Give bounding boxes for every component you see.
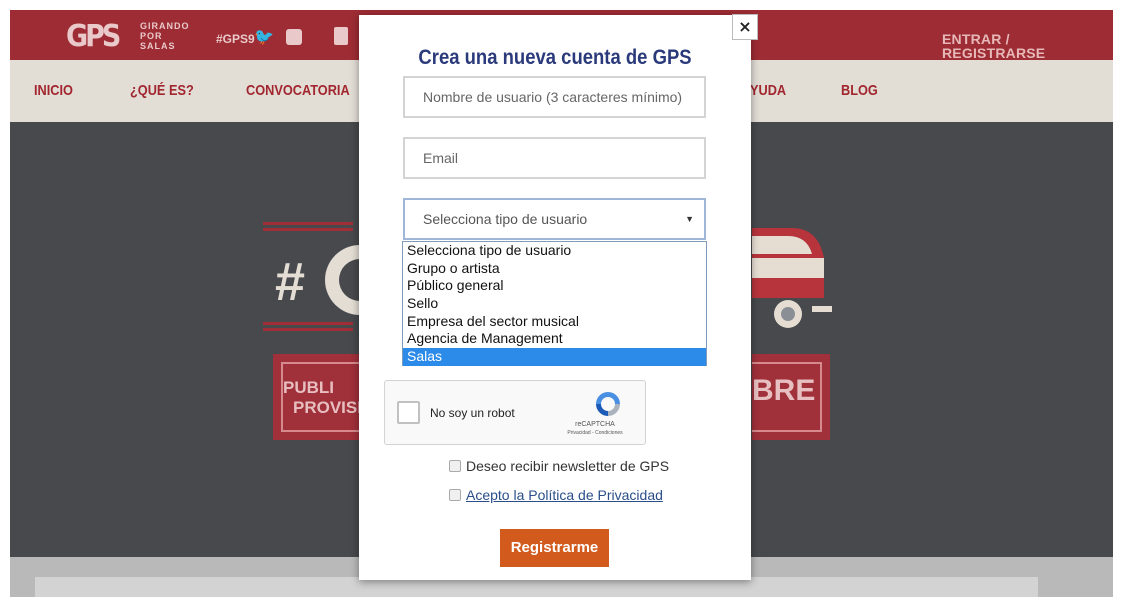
hero-divider — [263, 228, 353, 231]
hero-right-text: BRE — [752, 374, 816, 407]
dropdown-option[interactable]: Sello — [403, 295, 706, 313]
user-type-dropdown[interactable]: Selecciona tipo de usuario Grupo o artis… — [402, 241, 707, 366]
nav-item-convocatoria[interactable]: CONVOCATORIA — [246, 83, 350, 98]
login-register-link[interactable]: ENTRAR / REGISTRARSE — [942, 32, 1113, 60]
hero-hash: # — [275, 252, 306, 312]
modal-title: Crea una nueva cuenta de GPS — [418, 46, 692, 69]
recaptcha-logo-icon — [596, 392, 620, 416]
close-icon[interactable]: × — [732, 14, 758, 40]
privacy-option[interactable]: Acepto la Política de Privacidad — [449, 488, 663, 502]
recaptcha-widget: No soy un robot reCAPTCHA Privacidad - C… — [384, 380, 646, 445]
privacy-checkbox[interactable] — [449, 489, 461, 501]
register-button[interactable]: Registrarme — [500, 529, 609, 567]
nav-item-que-es[interactable]: ¿QUÉ ES? — [130, 83, 194, 98]
dropdown-option[interactable]: Empresa del sector musical — [403, 313, 706, 331]
dropdown-option[interactable]: Público general — [403, 277, 706, 295]
nav-item-blog[interactable]: BLOG — [841, 83, 878, 98]
hero-left-box: PUBLI PROVISI — [273, 354, 362, 440]
twitter-icon[interactable]: 🐦 — [254, 29, 274, 45]
dropdown-option[interactable]: Grupo o artista — [403, 260, 706, 278]
hero-divider — [263, 322, 353, 325]
recaptcha-label: No soy un robot — [430, 406, 515, 420]
dropdown-option[interactable]: Agencia de Management — [403, 330, 706, 348]
nav-item-ayuda[interactable]: YUDA — [750, 83, 786, 98]
van-illustration-icon — [752, 228, 832, 328]
youtube-icon[interactable] — [334, 27, 348, 45]
hero-left-line-2: PROVISI — [293, 398, 362, 417]
recaptcha-links[interactable]: Privacidad - Condiciones — [555, 431, 635, 436]
hashtag-link[interactable]: #GPS9 — [216, 33, 255, 45]
recaptcha-checkbox[interactable] — [397, 401, 420, 424]
hero-divider — [263, 328, 353, 331]
newsletter-option[interactable]: Deseo recibir newsletter de GPS — [449, 459, 669, 473]
nav-item-inicio[interactable]: INICIO — [34, 83, 73, 98]
hero-left-line-1: PUBLI — [283, 378, 334, 397]
chevron-down-icon: ▼ — [685, 214, 694, 224]
hero-right-box: BRE — [752, 354, 830, 440]
privacy-policy-link[interactable]: Acepto la Política de Privacidad — [466, 487, 663, 503]
newsletter-label: Deseo recibir newsletter de GPS — [466, 458, 670, 474]
recaptcha-brand: reCAPTCHA — [575, 421, 615, 428]
email-input[interactable] — [403, 137, 706, 179]
logo-tagline: GIRANDO POR SALAS — [140, 21, 190, 51]
user-type-selected: Selecciona tipo de usuario — [423, 211, 588, 227]
newsletter-checkbox[interactable] — [449, 460, 461, 472]
dropdown-option[interactable]: Selecciona tipo de usuario — [403, 242, 706, 260]
footer-inner — [35, 577, 1038, 597]
dropdown-option-highlighted[interactable]: Salas — [403, 348, 706, 366]
facebook-icon[interactable] — [286, 29, 302, 45]
username-input[interactable] — [403, 76, 706, 118]
user-type-select[interactable]: Selecciona tipo de usuario ▼ — [403, 198, 706, 240]
gps-logo[interactable]: GPS — [66, 22, 121, 52]
hero-divider — [263, 222, 353, 225]
